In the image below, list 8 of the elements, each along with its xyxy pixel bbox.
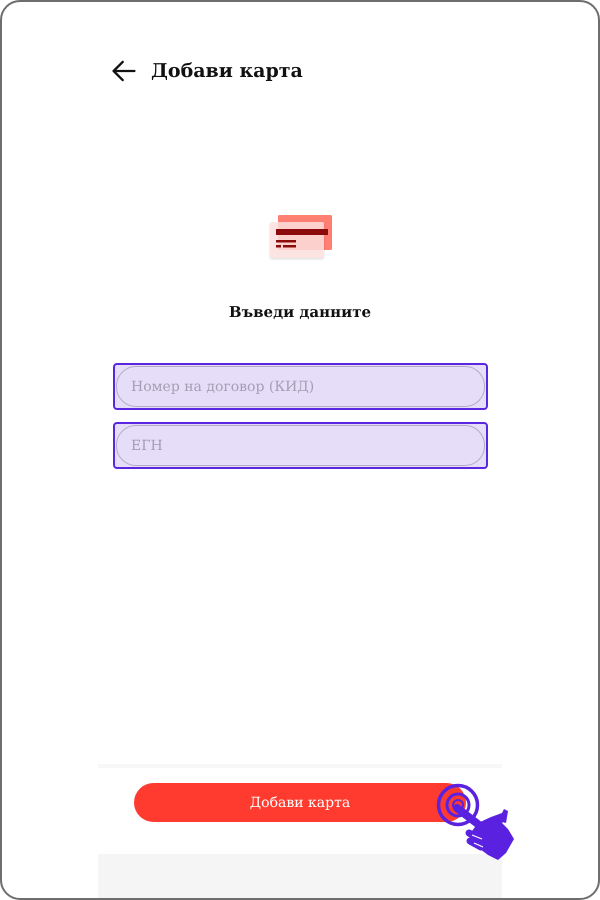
page-title: Добави карта [151, 60, 303, 82]
cards-icon [268, 215, 332, 261]
back-button[interactable] [111, 58, 137, 84]
input-field[interactable]: Номер на договор (КИД) [116, 366, 485, 407]
back-arrow-icon [111, 58, 137, 84]
input-field[interactable]: ЕГН [116, 425, 485, 466]
form-heading: Въведи данните [228, 303, 372, 321]
add-card-button[interactable]: Добави карта [134, 783, 466, 822]
